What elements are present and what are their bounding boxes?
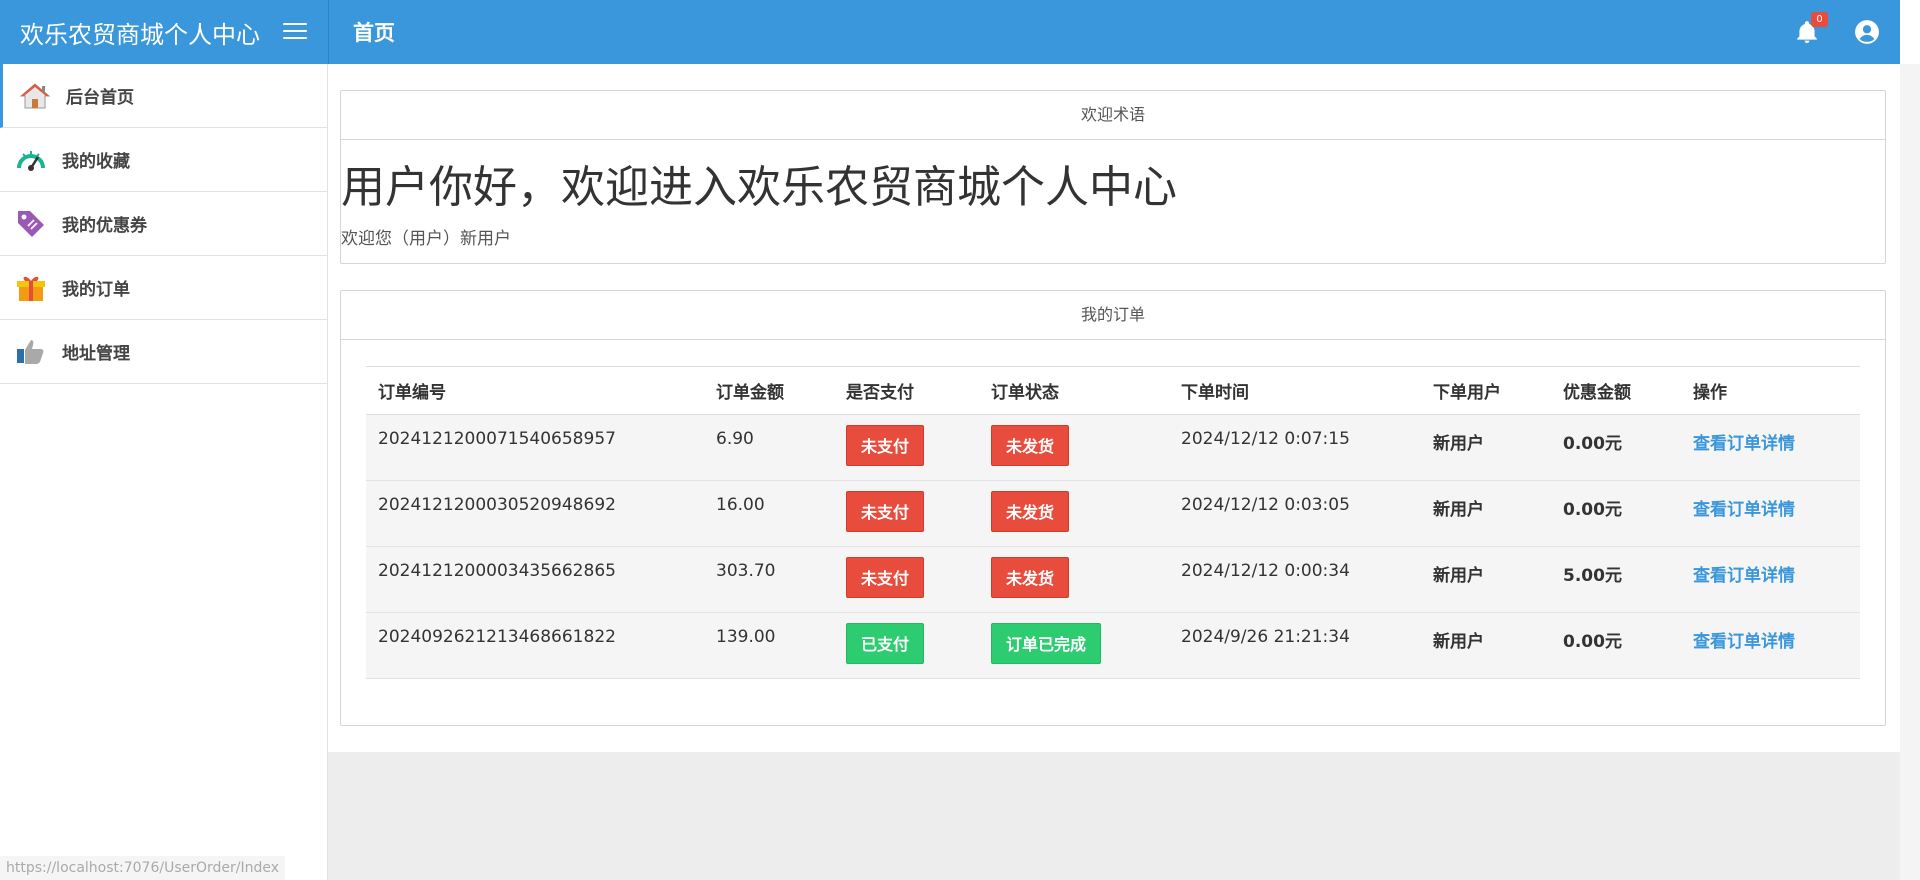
orders-panel: 我的订单 订单编号 订单金额 是否支付 订单状态 下单时间 下单用户 优惠金额 …: [340, 290, 1886, 726]
menu-toggle-icon[interactable]: [283, 23, 307, 41]
thumbs-up-icon: [17, 339, 44, 364]
view-order-detail-link[interactable]: 查看订单详情: [1693, 632, 1795, 652]
order-amount: 16.00: [704, 480, 834, 547]
welcome-panel-header: 欢迎术语: [341, 91, 1885, 140]
notification-count-badge: 0: [1811, 12, 1828, 27]
price-tag-icon: [18, 210, 44, 237]
view-order-detail-link[interactable]: 查看订单详情: [1693, 434, 1795, 454]
sidebar-item-label: 我的优惠券: [62, 216, 147, 236]
page-scrollbar[interactable]: [1900, 64, 1920, 880]
payment-status-badge: 未支付: [846, 425, 925, 466]
order-id: 2024121200030520948692: [366, 480, 704, 547]
sidebar-item-label: 地址管理: [62, 344, 130, 364]
orders-table: 订单编号 订单金额 是否支付 订单状态 下单时间 下单用户 优惠金额 操作 20: [366, 366, 1860, 679]
column-header: 订单金额: [704, 366, 834, 415]
order-user: 新用户: [1421, 612, 1551, 679]
order-status-badge: 未发货: [991, 491, 1070, 532]
order-time: 2024/12/12 0:03:05: [1169, 480, 1421, 547]
app-title: 欢乐农贸商城个人中心: [20, 20, 260, 49]
order-id: 2024121200071540658957: [366, 414, 704, 481]
welcome-subtitle: 欢迎您（用户）新用户: [341, 229, 511, 249]
orders-panel-header: 我的订单: [341, 291, 1885, 340]
table-row: 2024121200030520948692 16.00 未支付 未发货 202…: [366, 480, 1860, 547]
status-bar-url: https://localhost:7076/UserOrder/Index: [0, 856, 286, 880]
order-amount: 139.00: [704, 612, 834, 679]
home-icon: [19, 82, 51, 108]
column-header: 是否支付: [834, 366, 979, 415]
order-status-badge: 未发货: [991, 425, 1070, 466]
notification-bell-icon[interactable]: 0: [1794, 12, 1828, 45]
sidebar-item-home[interactable]: 后台首页: [0, 64, 327, 128]
order-status-badge: 订单已完成: [991, 623, 1102, 664]
order-discount: 0.00元: [1551, 414, 1681, 481]
sidebar-item-favorites[interactable]: 我的收藏: [0, 128, 327, 192]
sidebar: 后台首页 我的收藏 我的优惠券 我的订单 地址管理: [0, 64, 328, 880]
sidebar-item-coupons[interactable]: 我的优惠券: [0, 192, 327, 256]
user-avatar-icon[interactable]: [1854, 19, 1880, 45]
order-amount: 303.70: [704, 546, 834, 613]
main-content: 欢迎术语 用户你好，欢迎进入欢乐农贸商城个人中心 欢迎您（用户）新用户 我的订单…: [328, 64, 1900, 880]
column-header: 操作: [1681, 366, 1860, 415]
top-bar: 首页 0: [328, 0, 1900, 64]
table-row: 2024121200003435662865 303.70 未支付 未发货 20…: [366, 546, 1860, 613]
column-header: 下单用户: [1421, 366, 1551, 415]
table-row: 2024092621213468661822 139.00 已支付 订单已完成 …: [366, 612, 1860, 679]
sidebar-item-label: 我的收藏: [62, 152, 130, 172]
column-header: 下单时间: [1169, 366, 1421, 415]
sidebar-item-label: 后台首页: [66, 88, 134, 108]
sidebar-item-address[interactable]: 地址管理: [0, 320, 327, 384]
payment-status-badge: 未支付: [846, 491, 925, 532]
sidebar-item-orders[interactable]: 我的订单: [0, 256, 327, 320]
view-order-detail-link[interactable]: 查看订单详情: [1693, 500, 1795, 520]
table-row: 2024121200071540658957 6.90 未支付 未发货 2024…: [366, 414, 1860, 481]
dashboard-gauge-icon: [17, 150, 45, 171]
page-title: 首页: [353, 21, 395, 45]
app-root: 欢乐农贸商城个人中心 首页 0 后台首页 我的收藏 我的优惠券 我的订单 地址管…: [0, 0, 1920, 880]
column-header: 订单状态: [979, 366, 1169, 415]
order-user: 新用户: [1421, 414, 1551, 481]
table-header-row: 订单编号 订单金额 是否支付 订单状态 下单时间 下单用户 优惠金额 操作: [366, 366, 1860, 415]
welcome-panel: 欢迎术语 用户你好，欢迎进入欢乐农贸商城个人中心 欢迎您（用户）新用户: [340, 90, 1886, 264]
order-id: 2024121200003435662865: [366, 546, 704, 613]
order-id: 2024092621213468661822: [366, 612, 704, 679]
payment-status-badge: 已支付: [846, 623, 925, 664]
content-area: 欢迎术语 用户你好，欢迎进入欢乐农贸商城个人中心 欢迎您（用户）新用户 我的订单…: [328, 64, 1900, 752]
order-status-badge: 未发货: [991, 557, 1070, 598]
order-amount: 6.90: [704, 414, 834, 481]
sidebar-item-label: 我的订单: [62, 280, 130, 300]
order-time: 2024/12/12 0:00:34: [1169, 546, 1421, 613]
order-discount: 0.00元: [1551, 612, 1681, 679]
payment-status-badge: 未支付: [846, 557, 925, 598]
order-user: 新用户: [1421, 480, 1551, 547]
order-discount: 5.00元: [1551, 546, 1681, 613]
column-header: 优惠金额: [1551, 366, 1681, 415]
order-time: 2024/12/12 0:07:15: [1169, 414, 1421, 481]
order-time: 2024/9/26 21:21:34: [1169, 612, 1421, 679]
view-order-detail-link[interactable]: 查看订单详情: [1693, 566, 1795, 586]
order-discount: 0.00元: [1551, 480, 1681, 547]
welcome-title: 用户你好，欢迎进入欢乐农贸商城个人中心: [341, 162, 1177, 213]
column-header: 订单编号: [366, 366, 704, 415]
gift-box-icon: [17, 276, 45, 301]
order-user: 新用户: [1421, 546, 1551, 613]
brand-bar: 欢乐农贸商城个人中心: [0, 0, 328, 64]
